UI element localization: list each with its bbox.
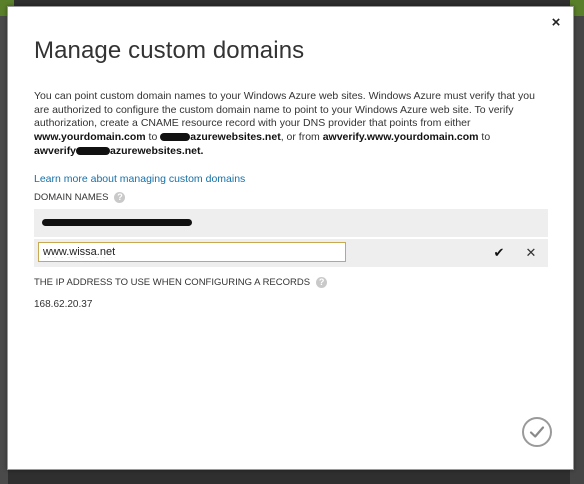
description-verify-prefix: awverify (34, 144, 77, 157)
close-icon[interactable]: × (549, 15, 563, 30)
domain-name-input[interactable] (38, 242, 346, 262)
help-icon[interactable]: ? (316, 277, 328, 288)
domain-names-header: DOMAIN NAMES ? (34, 192, 126, 203)
domain-row-new: ✔ ✕ (34, 239, 548, 267)
ok-button[interactable] (522, 417, 552, 447)
learn-more-link[interactable]: Learn more about managing custom domains (34, 173, 245, 185)
ip-address-header: THE IP ADDRESS TO USE WHEN CONFIGURING A… (34, 277, 328, 288)
cancel-icon[interactable]: ✕ (524, 246, 538, 260)
dialog-title: Manage custom domains (34, 37, 305, 64)
help-icon[interactable]: ? (114, 192, 126, 203)
description-target: azurewebsites.net (190, 131, 281, 144)
description-to-2: to (478, 131, 491, 144)
manage-custom-domains-dialog: × Manage custom domains You can point cu… (7, 6, 574, 470)
description-verify-suffix: azurewebsites.net. (110, 144, 204, 157)
redaction-mark (76, 147, 111, 156)
description-text: You can point custom domain names to you… (34, 90, 535, 130)
redacted-domain (42, 219, 192, 226)
ip-address-value: 168.62.20.37 (34, 299, 93, 310)
redaction-mark (160, 133, 191, 142)
domain-names-label: DOMAIN NAMES (34, 192, 109, 203)
description-verify-domain: awverify.www.yourdomain.com (322, 131, 479, 144)
domain-row-existing[interactable] (34, 209, 548, 237)
ip-address-label: THE IP ADDRESS TO USE WHEN CONFIGURING A… (34, 277, 311, 288)
description-to: to (145, 131, 158, 144)
checkmark-circle-icon (529, 426, 545, 438)
description-domain: www.yourdomain.com (34, 131, 146, 144)
description-or-from: , or from (280, 131, 323, 144)
checkmark-icon[interactable]: ✔ (492, 246, 506, 260)
dialog-description: You can point custom domain names to you… (34, 90, 549, 159)
